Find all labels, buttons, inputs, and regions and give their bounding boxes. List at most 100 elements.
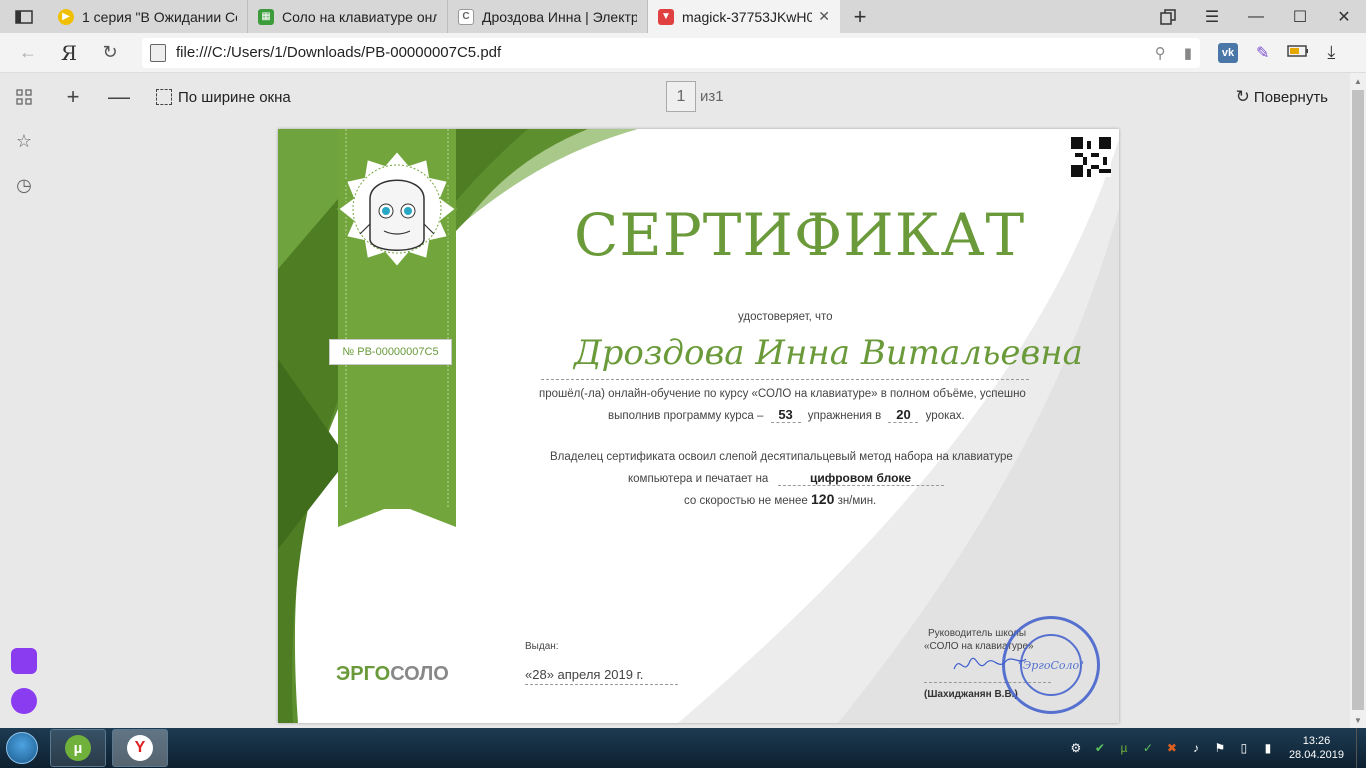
- scroll-up-icon[interactable]: ▲: [1350, 73, 1366, 89]
- steam-icon[interactable]: ⚙: [1069, 741, 1083, 755]
- lessons-count: 20: [888, 407, 919, 423]
- shield-check-icon[interactable]: ✔: [1093, 741, 1107, 755]
- typing-line: компьютера и печатает на цифровом блоке: [628, 471, 944, 486]
- flag-icon[interactable]: ⚑: [1213, 741, 1227, 755]
- tab-title: 1 серия "В Ожидании Соло": [82, 8, 237, 25]
- course-line-2-pre: выполнив программу курса –: [608, 410, 764, 422]
- battery-icon[interactable]: [1287, 44, 1309, 62]
- tray-battery-icon[interactable]: ▯: [1237, 741, 1251, 755]
- scroll-thumb[interactable]: [1352, 90, 1364, 710]
- url-field[interactable]: file:///C:/Users/1/Downloads/PB-00000007…: [142, 37, 1200, 68]
- pdf-page: № PB-00000007C5 СЕРТИФИКАТ удостоверяет,…: [278, 129, 1119, 723]
- course-line-2: выполнив программу курса – 53 упражнения…: [608, 407, 965, 423]
- qr-code: [1071, 137, 1111, 177]
- tab-2[interactable]: ▦ Соло на клавиатуре онлайн: [248, 0, 448, 33]
- youtube-icon: ▶: [58, 8, 74, 25]
- yandex-browser-taskbar-button[interactable]: Y: [112, 729, 168, 767]
- tabs-panel-icon[interactable]: [0, 0, 48, 33]
- tab-3[interactable]: C Дроздова Инна | Электронный: [448, 0, 648, 33]
- tab-1[interactable]: ▶ 1 серия "В Ожидании Соло": [48, 0, 248, 33]
- maximize-button[interactable]: ☐: [1278, 0, 1322, 33]
- fit-width-icon: [156, 89, 172, 105]
- utorrent-icon: µ: [65, 735, 91, 761]
- download-icon[interactable]: ⤓: [1327, 42, 1335, 63]
- solo-icon: ▦: [258, 8, 274, 25]
- search-icon[interactable]: ⚲: [1155, 44, 1166, 62]
- speed-line-post: зн/мин.: [837, 495, 877, 507]
- clock[interactable]: 13:26 28.04.2019: [1289, 734, 1344, 762]
- alice-icon[interactable]: [11, 688, 37, 714]
- windows-taskbar: µ Y ⚙ ✔ µ ✓ ✖ ♪ ⚑ ▯ ▮ 13:26 28.04.2019: [0, 728, 1366, 768]
- signal-icon[interactable]: ▮: [1261, 741, 1275, 755]
- stamp-center: "ЭргоСоло": [1018, 634, 1084, 696]
- certificate-number: № PB-00000007C5: [329, 339, 452, 365]
- vk-icon[interactable]: vk: [1218, 42, 1238, 63]
- keyboard-block: цифровом блоке: [777, 471, 944, 486]
- clock-date: 28.04.2019: [1288, 749, 1344, 761]
- start-button[interactable]: [0, 728, 44, 768]
- tools-icon[interactable]: ✖: [1165, 741, 1179, 755]
- scroll-down-icon[interactable]: ▼: [1350, 712, 1366, 728]
- clock-icon[interactable]: ◷: [12, 173, 36, 197]
- signer-name: (Шахиджанян В.В.): [924, 689, 1018, 700]
- pen-icon[interactable]: ✎: [1256, 43, 1269, 63]
- certificate-title: СЕРТИФИКАТ: [574, 201, 1026, 269]
- zoom-in-icon[interactable]: +: [50, 73, 96, 121]
- tab-bar: ▶ 1 серия "В Ожидании Соло" ▦ Соло на кл…: [0, 0, 1366, 33]
- speed-value: 120: [811, 491, 835, 507]
- yandex-logo[interactable]: Я: [56, 33, 82, 73]
- new-tab-button[interactable]: +: [840, 0, 880, 33]
- utorrent-taskbar-button[interactable]: µ: [50, 729, 106, 767]
- tray-utorrent-icon[interactable]: µ: [1117, 741, 1131, 755]
- back-arrow-icon[interactable]: ←: [0, 33, 56, 73]
- page-number-input[interactable]: 1: [666, 81, 696, 112]
- windows-logo-icon: [6, 732, 38, 764]
- c-icon: C: [458, 8, 474, 25]
- tab-title: Соло на клавиатуре онлайн: [282, 8, 437, 25]
- tab-4-active[interactable]: ▼ magick-37753JKwH07jN ✕: [648, 0, 840, 33]
- tab-title: Дроздова Инна | Электронный: [482, 8, 637, 25]
- apps-grid-icon[interactable]: [12, 85, 36, 109]
- pdf-icon: ▼: [658, 8, 674, 25]
- clock-time: 13:26: [1302, 735, 1331, 747]
- system-tray: ⚙ ✔ µ ✓ ✖ ♪ ⚑ ▯ ▮ 13:26 28.04.2019: [1069, 734, 1356, 762]
- typing-line-pre: компьютера и печатает на: [628, 473, 769, 485]
- bookmark-icon[interactable]: ▮: [1184, 44, 1192, 62]
- exercises-count: 53: [770, 407, 801, 423]
- yandex-browser-icon: Y: [127, 735, 153, 761]
- course-line-1: прошёл(-ла) онлайн-обучение по курсу «СО…: [539, 388, 1026, 400]
- course-line-2-mid: упражнения в: [807, 410, 882, 422]
- volume-icon[interactable]: ♪: [1189, 741, 1203, 755]
- reload-icon[interactable]: ↻: [82, 33, 138, 73]
- network-check-icon[interactable]: ✓: [1141, 741, 1155, 755]
- speed-line: со скоростью не менее 120 зн/мин.: [684, 491, 876, 507]
- rotate-label: Повернуть: [1253, 88, 1328, 106]
- fit-width-label: По ширине окна: [178, 88, 291, 106]
- show-desktop-button[interactable]: [1356, 728, 1366, 768]
- page-navigator: 1 из1: [666, 81, 724, 112]
- close-window-button[interactable]: ✕: [1322, 0, 1366, 33]
- rotate-button[interactable]: ↻ Повернуть: [1236, 87, 1328, 107]
- school-stamp: "ЭргоСоло": [1002, 616, 1100, 714]
- tab-manager-icon[interactable]: [1146, 0, 1190, 33]
- fit-width-button[interactable]: По ширине окна: [156, 89, 291, 106]
- vertical-scrollbar[interactable]: ▲ ▼: [1350, 73, 1366, 728]
- url-text: file:///C:/Users/1/Downloads/PB-00000007…: [176, 44, 502, 61]
- pdf-toolbar: + — По ширине окна 1 из1 ↻ Повернуть: [48, 73, 1350, 121]
- speed-line-pre: со скоростью не менее: [684, 495, 808, 507]
- alice-chat-icon[interactable]: [11, 648, 37, 674]
- course-line-2-post: уроках.: [925, 410, 965, 422]
- menu-icon[interactable]: ☰: [1190, 0, 1234, 33]
- logo-ergo: ЭРГО: [336, 663, 391, 685]
- name-underline: [541, 379, 1029, 380]
- recipient-name: Дроздова Инна Витальевна: [574, 333, 1083, 373]
- zoom-out-icon[interactable]: —: [96, 73, 142, 121]
- close-tab-icon[interactable]: ✕: [818, 8, 830, 25]
- window-controls: ☰ — ☐ ✕: [1146, 0, 1366, 33]
- certifies-text: удостоверяет, что: [738, 311, 833, 323]
- page-count: из1: [700, 88, 724, 105]
- minimize-button[interactable]: —: [1234, 0, 1278, 33]
- page-icon: [150, 43, 166, 62]
- star-icon[interactable]: ☆: [12, 129, 36, 153]
- logo-solo: СОЛО: [390, 663, 449, 685]
